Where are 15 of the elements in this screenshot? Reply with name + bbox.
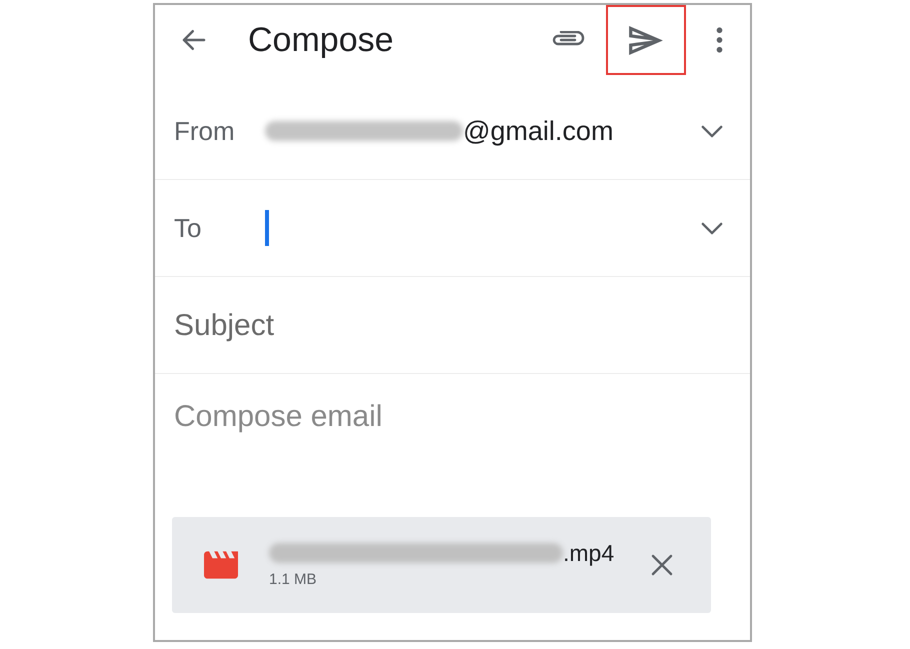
more-vertical-icon bbox=[716, 27, 722, 53]
body-field[interactable]: Compose email bbox=[155, 374, 750, 503]
video-clapper-icon bbox=[204, 551, 238, 579]
screen-title: Compose bbox=[248, 20, 394, 60]
close-icon bbox=[650, 553, 674, 577]
chevron-down-icon bbox=[701, 222, 723, 234]
send-button[interactable] bbox=[606, 5, 686, 75]
chevron-down-icon bbox=[701, 124, 723, 138]
attachment-name: .mp4 bbox=[563, 538, 614, 567]
sender-address: @gmail.com bbox=[463, 114, 614, 148]
field-label: To bbox=[174, 212, 202, 244]
subject-field[interactable]: Subject bbox=[174, 303, 730, 347]
attachment-size: 1.1 MB bbox=[269, 570, 318, 590]
send-icon bbox=[629, 26, 663, 54]
field-label: From bbox=[174, 114, 236, 148]
